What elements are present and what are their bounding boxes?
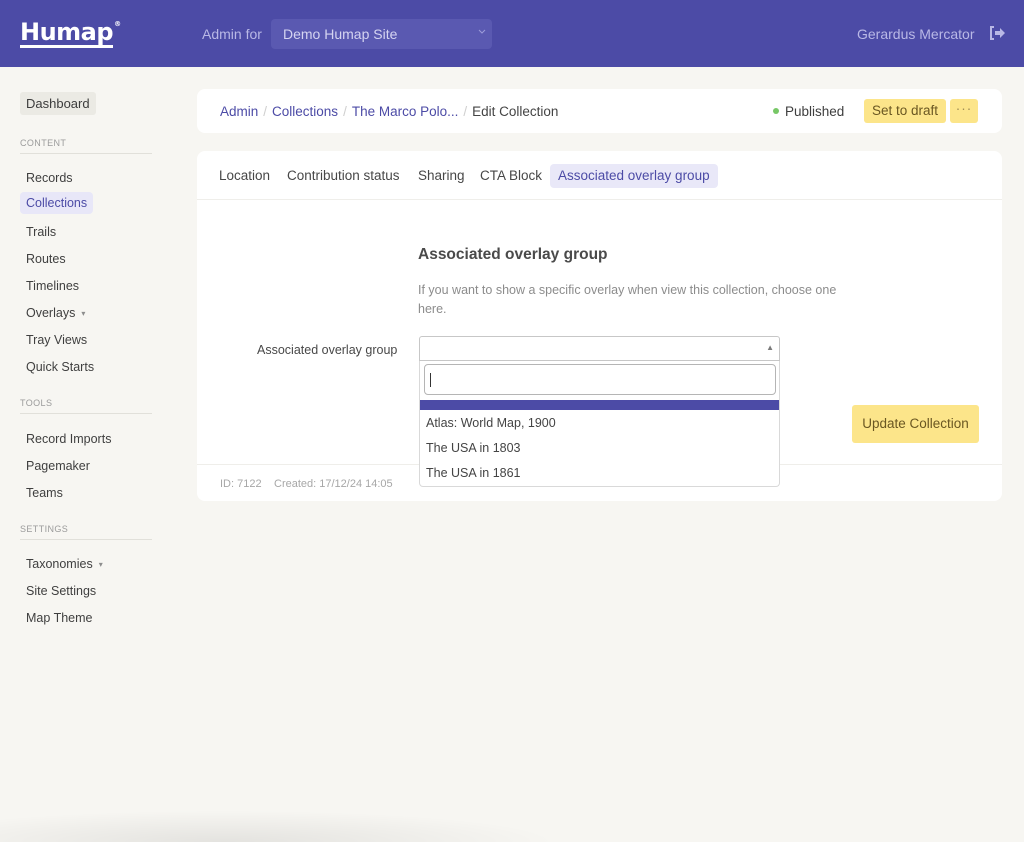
sidebar-item-trails[interactable]: Trails — [20, 221, 62, 243]
section-title: Associated overlay group — [418, 246, 608, 263]
top-navbar: Humap® Admin for Demo Humap Site Gerardu… — [0, 0, 1024, 67]
more-actions-button[interactable]: ··· — [950, 99, 978, 123]
tab-cta-block[interactable]: CTA Block — [472, 164, 550, 188]
sidebar-section-settings: SETTINGS — [20, 524, 152, 540]
sidebar-section-content: CONTENT — [20, 138, 152, 154]
sidebar-item-dashboard[interactable]: Dashboard — [20, 92, 96, 115]
registered-mark: ® — [114, 20, 121, 28]
user-name[interactable]: Gerardus Mercator — [857, 26, 974, 42]
update-collection-button[interactable]: Update Collection — [852, 405, 979, 443]
sidebar-item-label: Records — [26, 171, 73, 185]
sidebar-item-label: Record Imports — [26, 432, 112, 446]
breadcrumb-collection[interactable]: The Marco Polo... — [352, 104, 459, 119]
sidebar-item-records[interactable]: Records — [20, 167, 79, 189]
sidebar-item-label: Routes — [26, 252, 66, 266]
sidebar-item-label: Quick Starts — [26, 360, 95, 374]
status-label: Published — [785, 104, 845, 119]
tab-location[interactable]: Location — [211, 164, 278, 188]
tab-contribution-status[interactable]: Contribution status — [279, 164, 408, 188]
sidebar-item-label: Collections — [26, 196, 88, 210]
overlay-group-dropdown: Atlas: World Map, 1900 The USA in 1803 T… — [419, 361, 780, 487]
sidebar-item-taxonomies[interactable]: Taxonomies ▾ — [20, 553, 109, 575]
section-description: If you want to show a specific overlay w… — [418, 283, 837, 316]
breadcrumb: Admin / Collections / The Marco Polo... / Edit… — [220, 104, 558, 119]
sidebar-item-site-settings[interactable]: Site Settings — [20, 580, 102, 602]
sidebar-item-collections[interactable]: Collections — [20, 192, 94, 214]
breadcrumb-collections[interactable]: Collections — [272, 104, 338, 119]
caret-up-icon: ▲ — [766, 343, 774, 352]
overlay-group-select[interactable]: ▲ — [419, 336, 780, 361]
dropdown-option[interactable]: The USA in 1861 — [420, 461, 779, 486]
sidebar-item-quick-starts[interactable]: Quick Starts — [20, 356, 100, 378]
bottom-shadow — [0, 810, 560, 842]
breadcrumb-separator: / — [343, 104, 347, 119]
sidebar-item-label: Timelines — [26, 279, 80, 293]
sidebar-item-label: Trails — [26, 225, 57, 239]
logo-text: Humap — [20, 18, 114, 48]
breadcrumb-bar: Admin / Collections / The Marco Polo... / Edit… — [197, 89, 1002, 133]
sidebar-item-tray-views[interactable]: Tray Views — [20, 329, 93, 351]
dropdown-option-empty[interactable] — [420, 400, 779, 410]
humap-logo[interactable]: Humap® — [20, 18, 121, 48]
sidebar-item-label: Tray Views — [26, 333, 88, 347]
breadcrumb-separator: / — [463, 104, 468, 119]
chevron-down-icon — [478, 27, 486, 38]
dropdown-search-input[interactable] — [424, 364, 776, 395]
sidebar-item-label: Pagemaker — [26, 459, 90, 473]
breadcrumb-current: Edit Collection — [472, 104, 559, 119]
sidebar-item-overlays[interactable]: Overlays ▾ — [20, 302, 91, 324]
sidebar-item-record-imports[interactable]: Record Imports — [20, 428, 117, 450]
text-cursor — [430, 373, 431, 387]
sidebar-section-tools: TOOLS — [20, 398, 152, 414]
admin-for-label: Admin for — [202, 26, 262, 42]
status-badge: Published — [773, 104, 844, 119]
sidebar-item-timelines[interactable]: Timelines — [20, 275, 85, 297]
record-id: ID: 7122 — [220, 478, 262, 490]
dropdown-option[interactable]: Atlas: World Map, 1900 — [420, 411, 779, 436]
tab-sharing[interactable]: Sharing — [410, 164, 473, 188]
caret-down-icon: ▾ — [81, 309, 86, 318]
tab-bar: Location Contribution status Sharing CTA… — [197, 151, 1002, 200]
logout-icon[interactable] — [988, 25, 1008, 41]
sidebar-item-label: Taxonomies — [26, 557, 93, 571]
sidebar-item-teams[interactable]: Teams — [20, 482, 69, 504]
set-to-draft-button[interactable]: Set to draft — [864, 99, 946, 123]
breadcrumb-admin[interactable]: Admin — [220, 104, 258, 119]
site-select-value: Demo Humap Site — [283, 26, 398, 42]
overlay-group-label: Associated overlay group — [257, 343, 398, 357]
tab-associated-overlay-group[interactable]: Associated overlay group — [550, 164, 718, 188]
dropdown-option[interactable]: The USA in 1803 — [420, 436, 779, 461]
sidebar-item-routes[interactable]: Routes — [20, 248, 72, 270]
sidebar-item-label: Overlays — [26, 306, 76, 320]
created-timestamp: Created: 17/12/24 14:05 — [274, 478, 393, 490]
sidebar-item-label: Teams — [26, 486, 63, 500]
site-select[interactable]: Demo Humap Site — [271, 19, 492, 49]
sidebar-item-pagemaker[interactable]: Pagemaker — [20, 455, 96, 477]
sidebar-item-map-theme[interactable]: Map Theme — [20, 607, 98, 629]
sidebar-item-label: Site Settings — [26, 584, 97, 598]
caret-down-icon: ▾ — [98, 560, 103, 569]
status-dot-icon — [773, 108, 779, 114]
breadcrumb-separator: / — [263, 104, 268, 119]
sidebar-item-label: Map Theme — [26, 611, 93, 625]
